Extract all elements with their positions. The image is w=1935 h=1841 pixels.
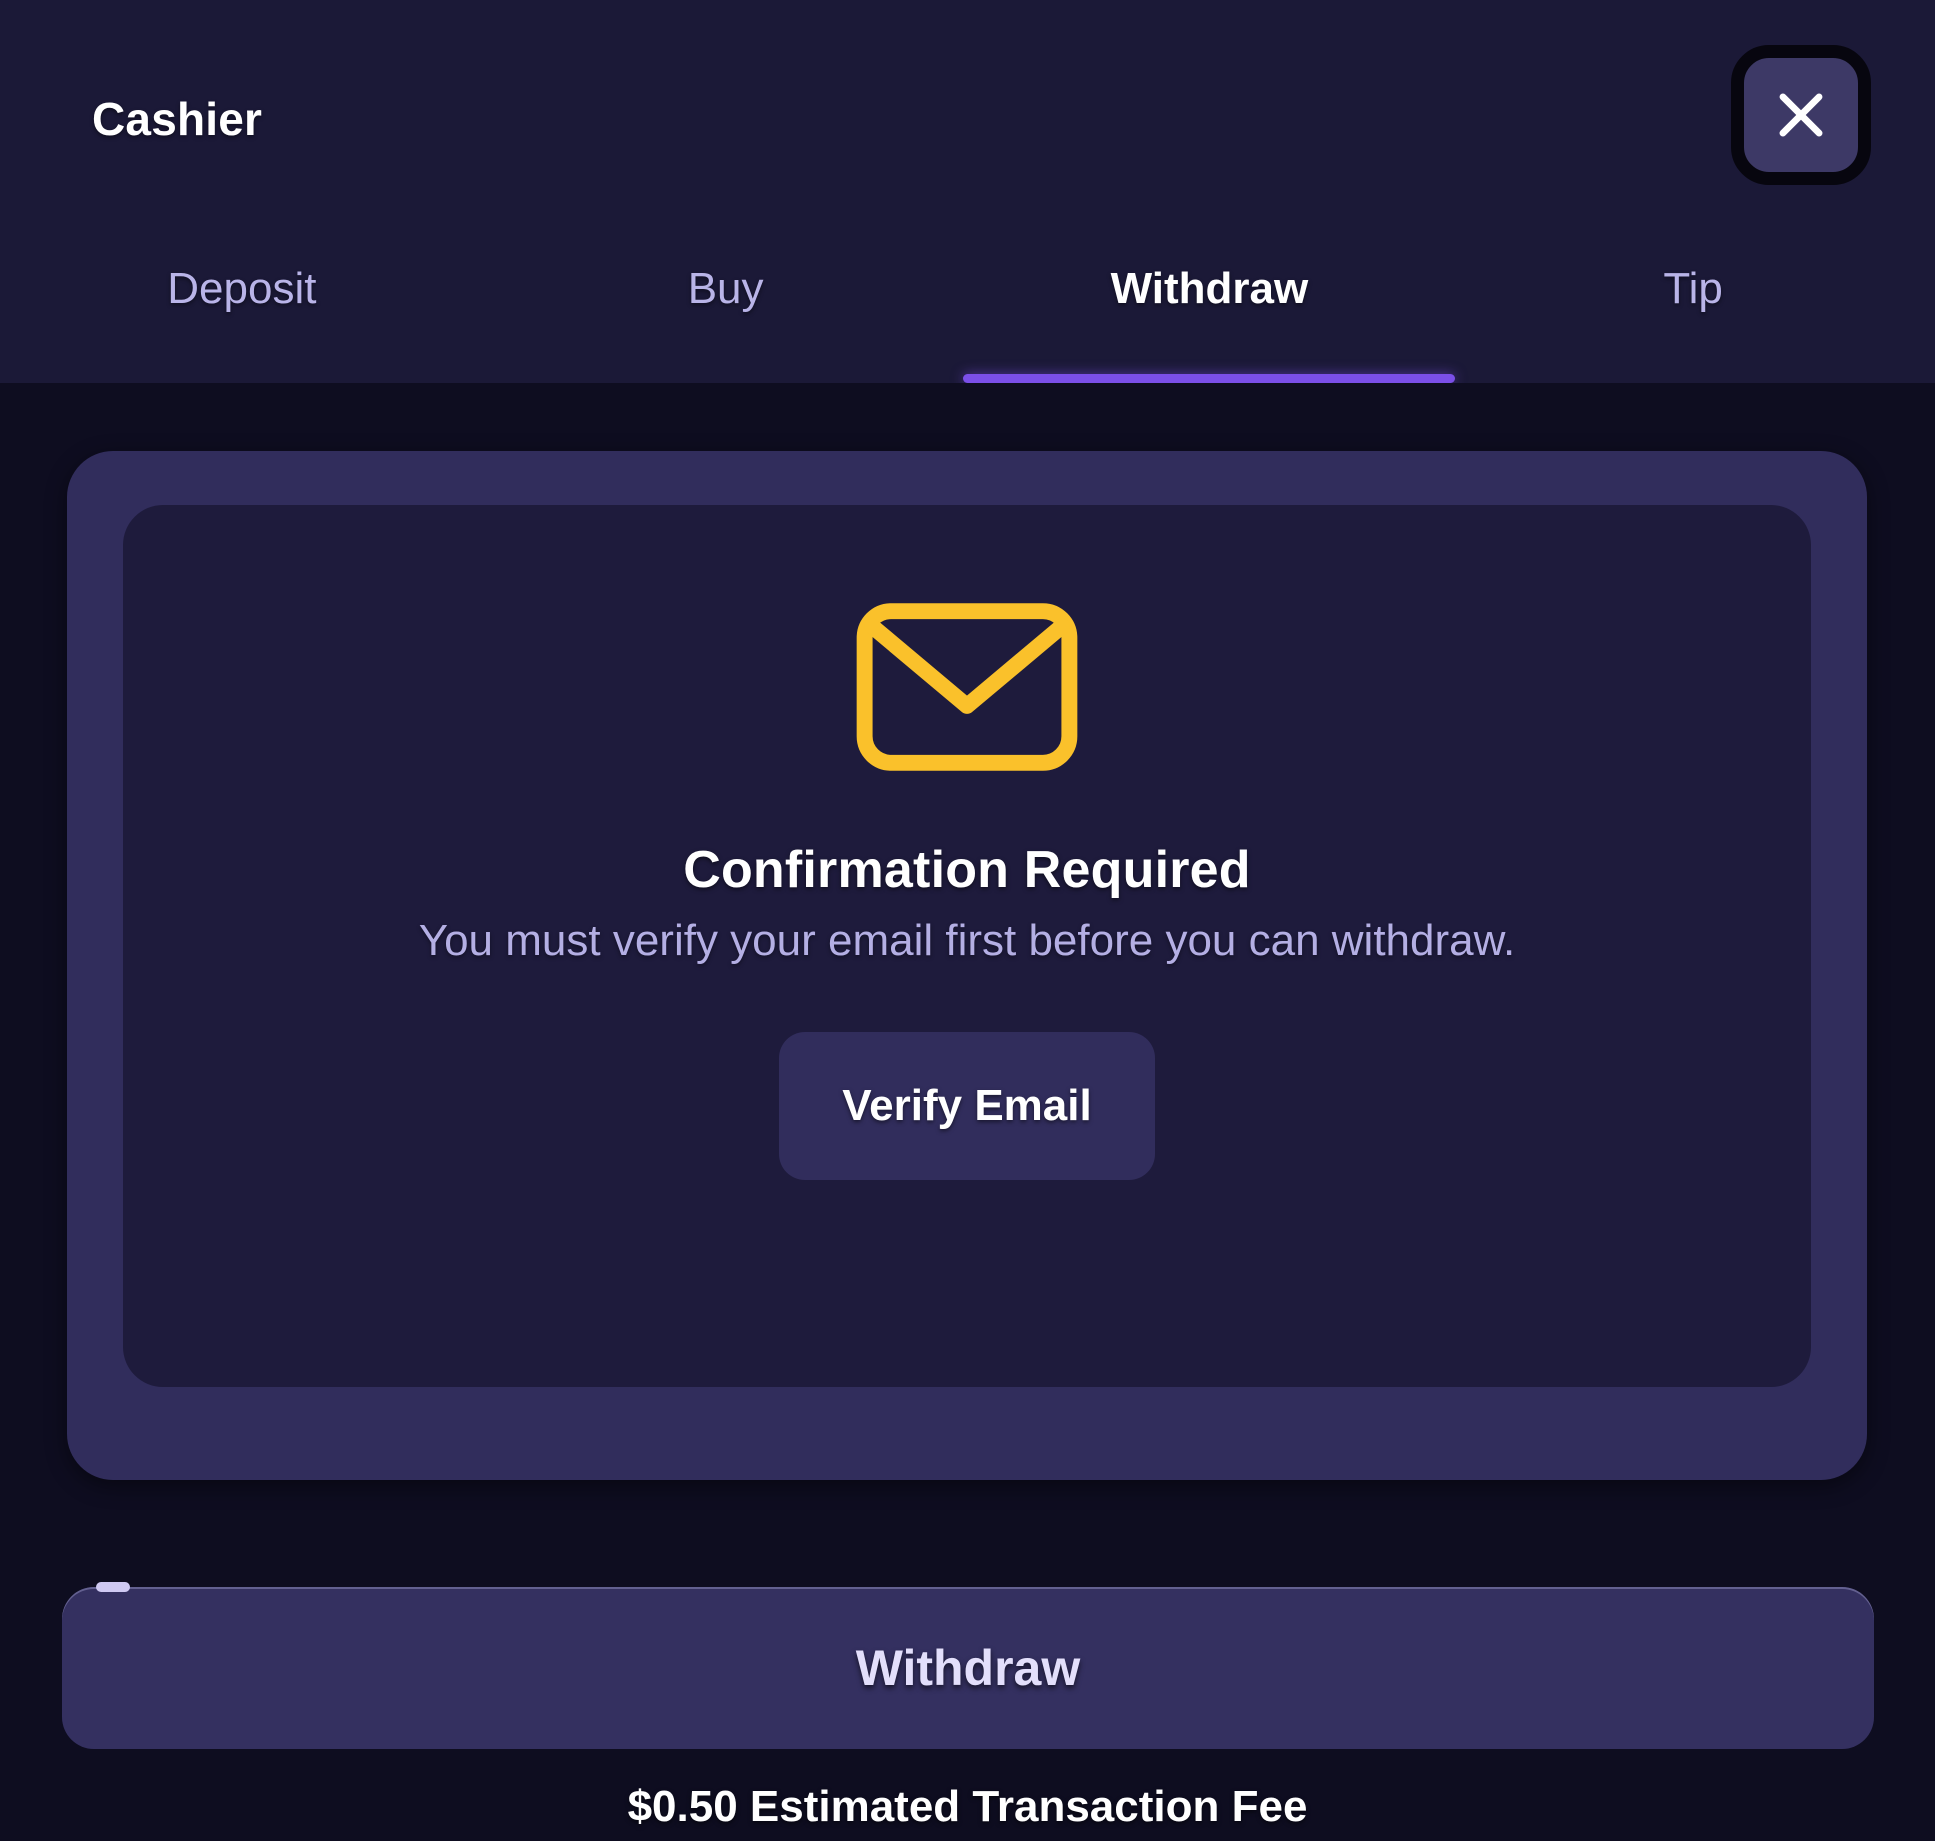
tab-deposit[interactable]: Deposit bbox=[0, 246, 484, 383]
tab-buy[interactable]: Buy bbox=[484, 246, 968, 383]
confirmation-card: Confirmation Required You must verify yo… bbox=[123, 505, 1811, 1387]
withdraw-panel-outer: Confirmation Required You must verify yo… bbox=[67, 451, 1867, 1480]
withdraw-submit-button[interactable]: Withdraw bbox=[62, 1587, 1874, 1749]
tab-label: Buy bbox=[687, 264, 764, 313]
page-title: Cashier bbox=[92, 93, 263, 145]
tab-withdraw[interactable]: Withdraw bbox=[963, 246, 1456, 383]
verify-email-button[interactable]: Verify Email bbox=[779, 1032, 1155, 1180]
tab-label: Withdraw bbox=[1110, 264, 1309, 313]
cashier-modal: Cashier Deposit Buy Withdraw Tip Confirm… bbox=[0, 0, 1935, 1841]
confirmation-subtitle: You must verify your email first before … bbox=[418, 916, 1516, 965]
estimated-fee-note: $0.50 Estimated Transaction Fee bbox=[627, 1782, 1308, 1831]
close-icon bbox=[1779, 93, 1823, 137]
modal-header: Cashier bbox=[0, 0, 1935, 246]
confirmation-title: Confirmation Required bbox=[683, 841, 1251, 899]
tab-underline-active bbox=[963, 374, 1456, 383]
tab-label: Deposit bbox=[167, 264, 317, 313]
tab-bar: Deposit Buy Withdraw Tip bbox=[0, 246, 1935, 383]
modal-body: Confirmation Required You must verify yo… bbox=[0, 383, 1935, 1841]
close-button[interactable] bbox=[1731, 45, 1871, 185]
tab-label: Tip bbox=[1663, 264, 1723, 313]
envelope-icon bbox=[853, 596, 1081, 778]
tab-tip[interactable]: Tip bbox=[1451, 246, 1935, 383]
